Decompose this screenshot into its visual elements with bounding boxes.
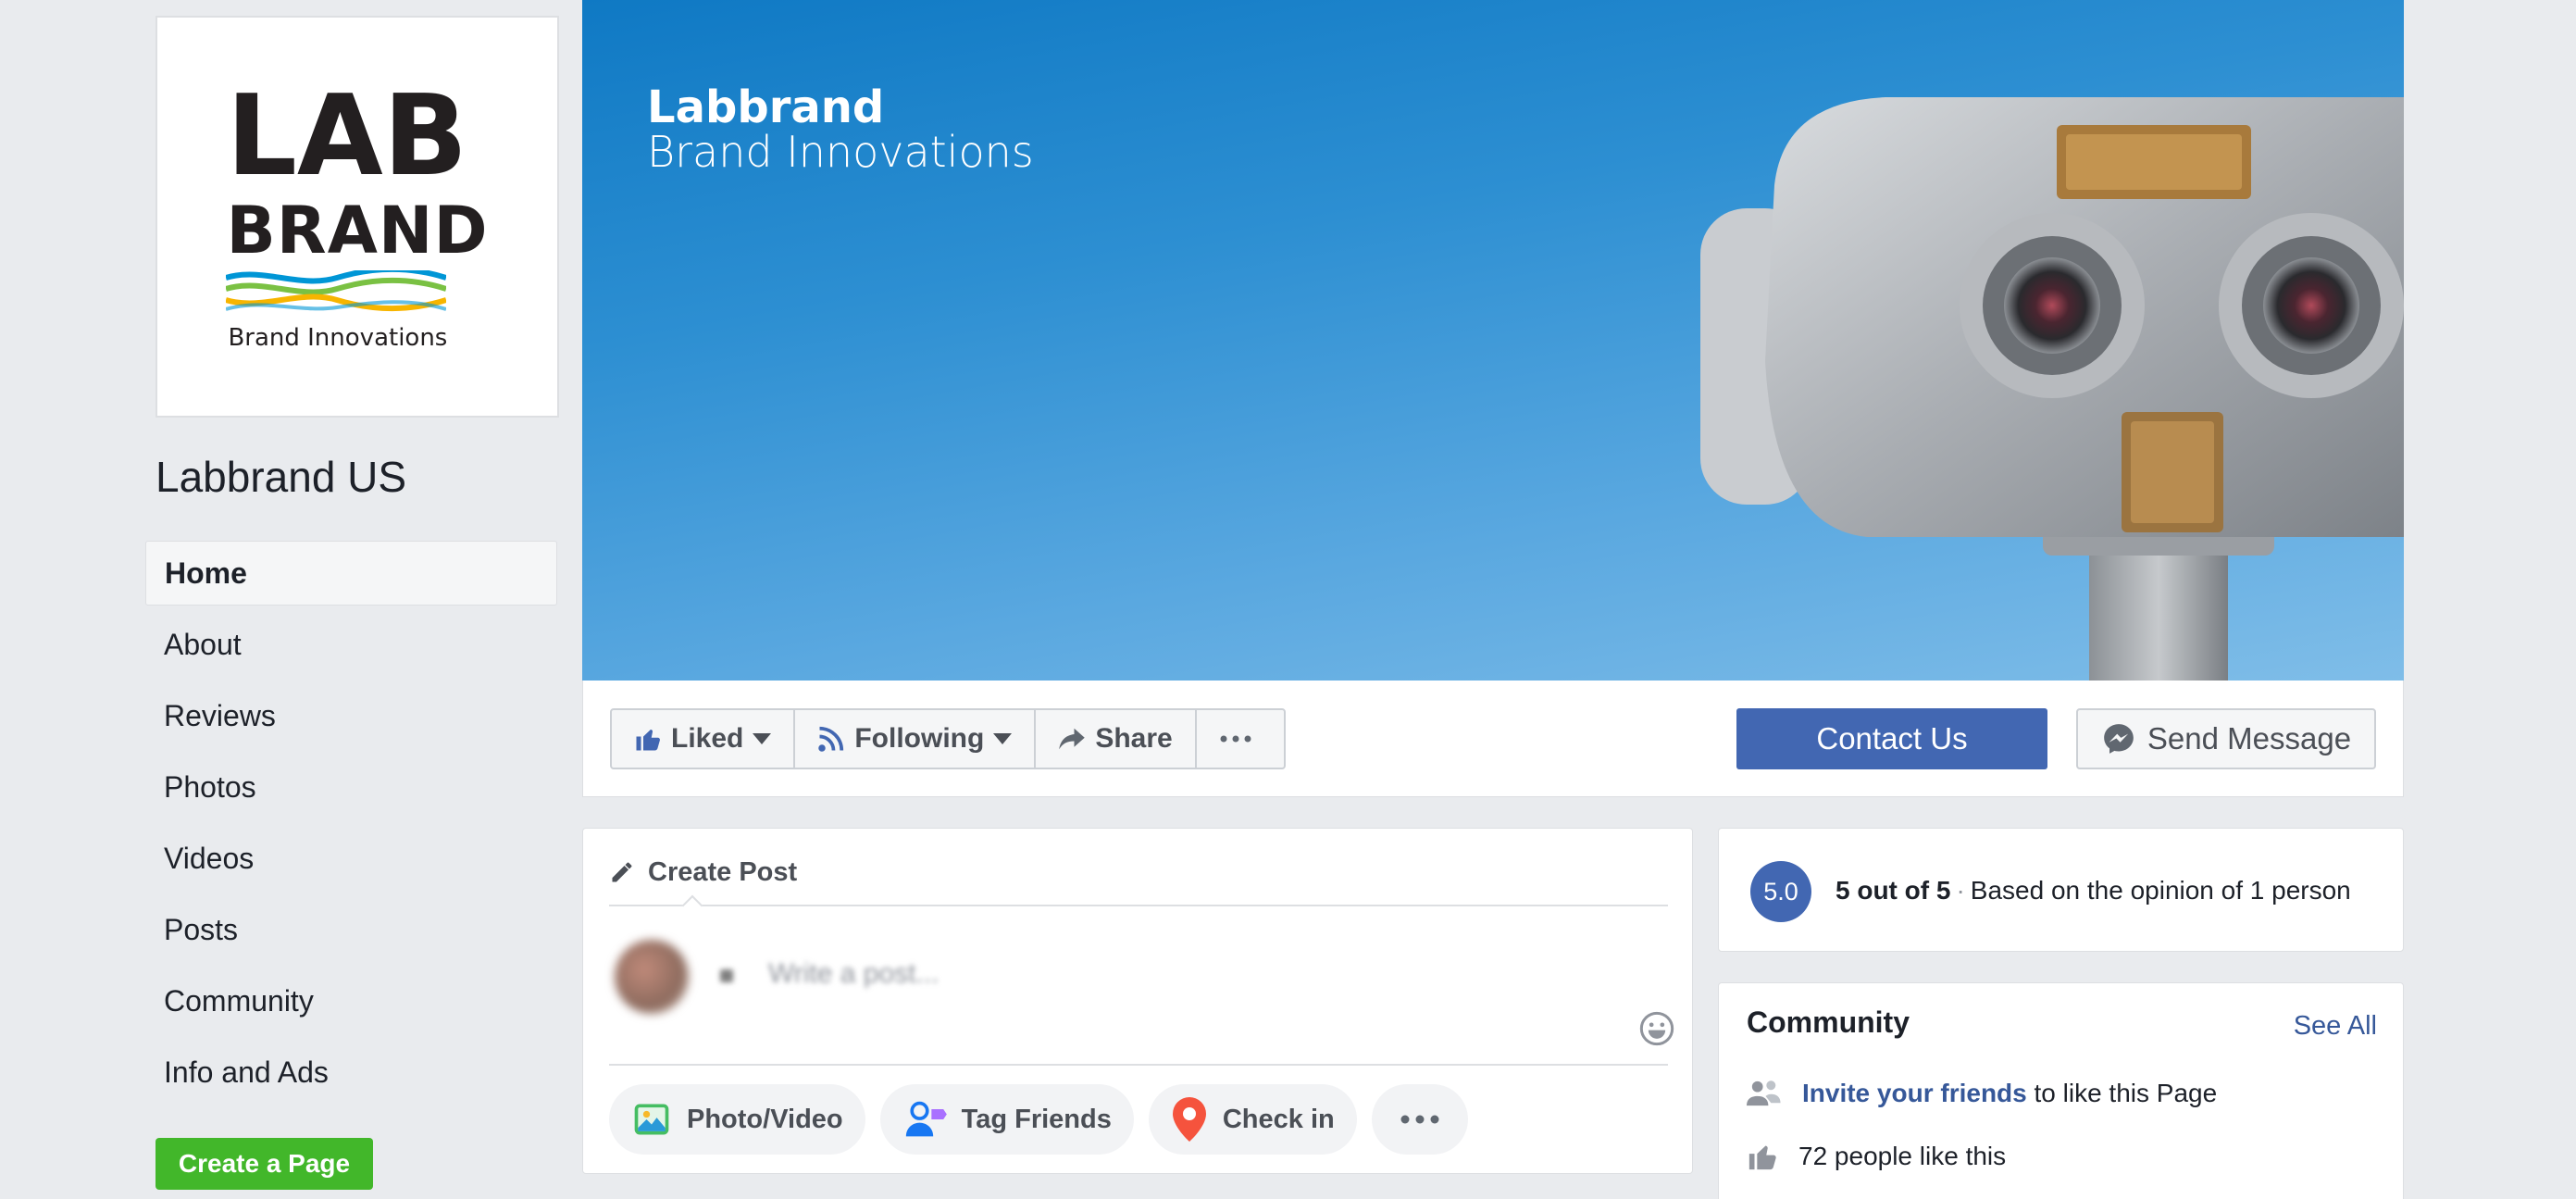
- photo-icon: [634, 1104, 669, 1135]
- nav-item-home[interactable]: Home: [145, 541, 557, 606]
- profile-picture[interactable]: LAB BRAND Brand Innovations: [156, 16, 559, 418]
- nav-item-photos[interactable]: Photos: [145, 755, 557, 819]
- logo-line-brand: BRAND: [226, 193, 489, 269]
- likes-count-text: 72 people like this: [1798, 1142, 2007, 1170]
- nav-item-community[interactable]: Community: [145, 968, 557, 1033]
- page-nav: Home About Reviews Photos Videos Posts C…: [145, 541, 557, 1111]
- rating-card: 5.0 5 out of 5 · Based on the opinion of 1…: [1718, 828, 2404, 952]
- messenger-icon: [2104, 724, 2134, 754]
- more-options-button[interactable]: [1371, 1084, 1468, 1155]
- liked-button[interactable]: Liked: [612, 710, 796, 768]
- likes-count-row: 72 people like this: [1747, 1141, 2006, 1172]
- like-icon: [636, 730, 660, 751]
- logo-tagline: Brand Innovations: [228, 324, 448, 352]
- following-button[interactable]: Following: [795, 710, 1037, 768]
- nav-item-posts[interactable]: Posts: [145, 897, 557, 962]
- divider: [609, 905, 1668, 906]
- cover-brand-text: Labbrand Brand Innovations: [647, 85, 1034, 174]
- chevron-down-icon: [993, 733, 1013, 744]
- rating-summary[interactable]: 5 out of 5 · Based on the opinion of 1 per…: [1836, 876, 2351, 905]
- more-button[interactable]: [1197, 710, 1284, 768]
- divider: [609, 1064, 1668, 1066]
- following-label: Following: [854, 723, 985, 754]
- labbrand-logo: LAB BRAND Brand Innovations: [226, 81, 488, 352]
- chevron-down-icon: [753, 733, 772, 744]
- binoculars-image: [1700, 97, 2404, 681]
- community-title: Community: [1747, 1005, 1910, 1039]
- thumbs-up-icon: [1748, 1145, 1776, 1170]
- nav-item-about[interactable]: About: [145, 612, 557, 677]
- rating-out-of: 5 out of 5: [1836, 876, 1951, 905]
- location-pin-icon: [1172, 1097, 1206, 1142]
- send-message-label: Send Message: [2147, 721, 2352, 756]
- header-pointer: [681, 894, 703, 917]
- create-post-title: Create Post: [648, 856, 798, 887]
- invite-friends-icon: [1747, 1080, 1781, 1106]
- photo-video-button[interactable]: Photo/Video: [609, 1084, 865, 1155]
- invite-friends-link[interactable]: Invite your friends: [1802, 1079, 2027, 1107]
- check-in-label: Check in: [1222, 1104, 1335, 1134]
- page-button-group: Liked Following Share: [610, 708, 1286, 769]
- more-dots-icon: [1400, 1115, 1439, 1124]
- rating-score-badge: 5.0: [1750, 861, 1811, 922]
- photo-video-label: Photo/Video: [687, 1104, 843, 1134]
- nav-item-reviews[interactable]: Reviews: [145, 683, 557, 748]
- avatar: [615, 940, 689, 1014]
- page-action-bar: Liked Following Share Contact Us Send Me…: [582, 681, 2404, 797]
- tag-friends-button[interactable]: Tag Friends: [879, 1084, 1134, 1155]
- emoji-icon[interactable]: [1638, 1010, 1675, 1047]
- see-all-link[interactable]: See All: [2294, 1011, 2377, 1042]
- logo-waves-icon: [226, 270, 447, 311]
- composer-actions: Photo/Video Tag Friends Check in: [609, 1084, 1468, 1155]
- cover-brand-tagline: Brand Innovations: [647, 127, 1034, 177]
- invite-friends-text: to like this Page: [2026, 1079, 2218, 1107]
- create-page-button[interactable]: Create a Page: [156, 1138, 373, 1190]
- share-label: Share: [1095, 723, 1173, 754]
- tag-friends-icon: [905, 1101, 947, 1137]
- invite-friends-row: Invite your friends to like this Page: [1747, 1078, 2217, 1109]
- share-arrow-icon: [1059, 728, 1086, 750]
- logo-line-lab: LAB: [226, 72, 468, 201]
- nav-item-videos[interactable]: Videos: [145, 826, 557, 891]
- rating-separator: ·: [1956, 876, 1965, 905]
- post-composer-input[interactable]: Write a post...: [768, 958, 940, 990]
- nav-item-info-and-ads[interactable]: Info and Ads: [145, 1040, 557, 1105]
- send-message-button[interactable]: Send Message: [2076, 708, 2376, 769]
- share-button[interactable]: Share: [1036, 710, 1197, 768]
- create-post-card: Create Post Write a post... Photo/Video …: [582, 828, 1693, 1174]
- liked-label: Liked: [671, 723, 744, 754]
- cover-brand-name: Labbrand: [647, 81, 885, 133]
- pencil-icon: [612, 862, 632, 882]
- community-card: Community See All Invite your friends to…: [1718, 982, 2404, 1199]
- tag-friends-label: Tag Friends: [961, 1104, 1112, 1134]
- create-post-header[interactable]: Create Post: [609, 849, 797, 895]
- cover-photo[interactable]: Labbrand Brand Innovations: [582, 0, 2404, 681]
- rss-icon: [818, 726, 844, 752]
- audience-caret-icon[interactable]: [720, 969, 733, 982]
- check-in-button[interactable]: Check in: [1148, 1084, 1357, 1155]
- more-dots-icon: [1220, 735, 1251, 743]
- rating-basis: Based on the opinion of 1 person: [1970, 876, 2351, 905]
- page-title[interactable]: Labbrand US: [156, 452, 406, 502]
- contact-us-button[interactable]: Contact Us: [1736, 708, 2047, 769]
